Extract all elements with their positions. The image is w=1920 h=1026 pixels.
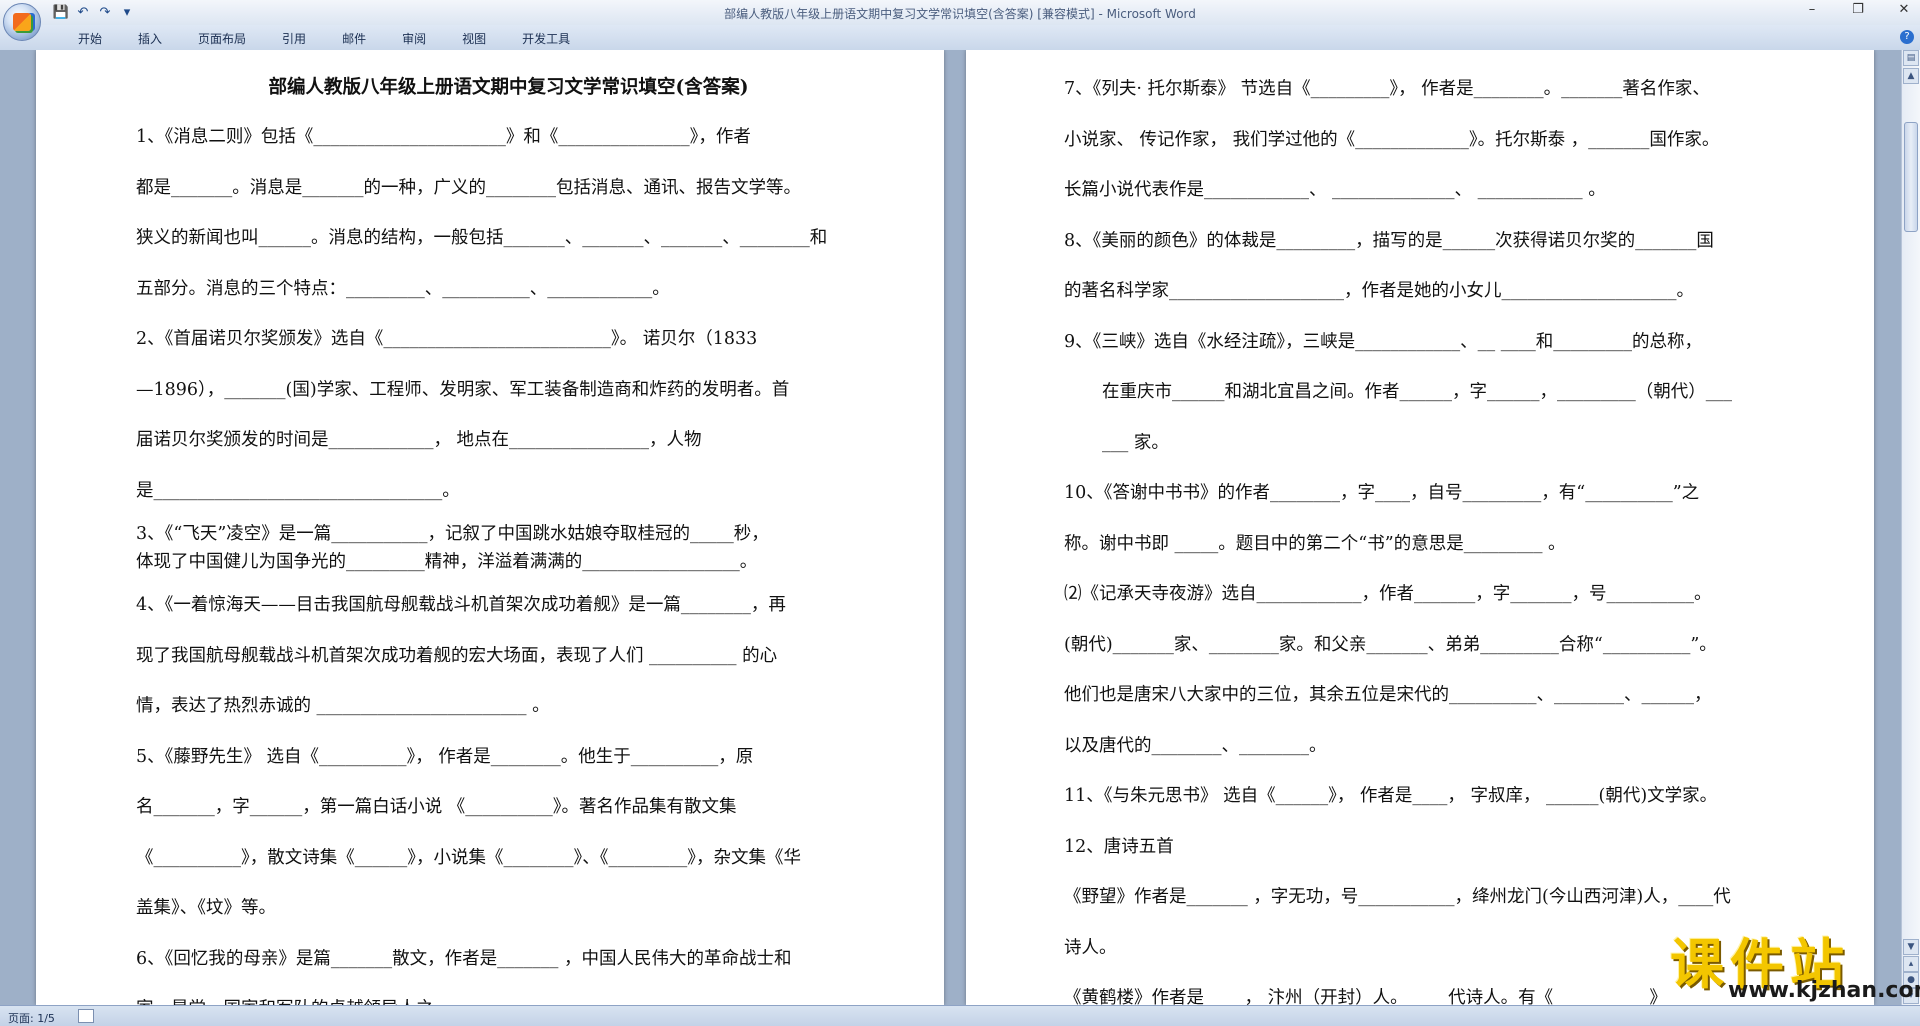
title-bar: 💾 ↶ ↷ ▾ 部编人教版八年级上册语文期中复习文学常识填空(含答案) [兼容模… <box>0 0 1920 41</box>
text-line: 长篇小说代表作是____________、 ______________、 __… <box>1064 180 1606 200</box>
text-line: ___ 家。 <box>1102 432 1169 453</box>
minimize-button[interactable]: – <box>1802 2 1822 17</box>
tab-mailings[interactable]: 邮件 <box>324 30 384 47</box>
text-line: 届诺贝尔奖颁发的时间是____________， 地点在____________… <box>136 430 702 450</box>
document-area: 部编人教版八年级上册语文期中复习文学常识填空(含答案) 1、《消息二则》包括《_… <box>0 50 1902 1005</box>
window-title: 部编人教版八年级上册语文期中复习文学常识填空(含答案) [兼容模式] - Mic… <box>724 7 1196 21</box>
office-button[interactable] <box>3 3 41 41</box>
tab-references[interactable]: 引用 <box>264 30 324 47</box>
watermark-url: www.kjzhan.com <box>1728 978 1920 1003</box>
text-line: 是_________________________________。 <box>136 480 460 501</box>
document-page-2[interactable]: 7、《列夫· 托尔斯泰》 节选自《_________》， 作者是________… <box>966 50 1874 1005</box>
page-counter[interactable]: 页面: 1/5 <box>8 1010 55 1026</box>
tab-view[interactable]: 视图 <box>444 30 504 47</box>
scroll-up-icon[interactable]: ▲ <box>1903 68 1919 84</box>
text-line: 情，表达了热烈赤诚的 ________________________ 。 <box>136 696 550 716</box>
text-line: 的著名科学家____________________，作者是她的小女儿_____… <box>1064 281 1694 301</box>
close-button[interactable]: ✕ <box>1894 2 1914 17</box>
text-line: 7、《列夫· 托尔斯泰》 节选自《_________》， 作者是________… <box>1064 79 1710 99</box>
text-line: —1896），_______(国)学家、工程师、发明家、军工装备制造商和炸药的发… <box>136 379 790 400</box>
text-line: 他们也是唐宋八大家中的三位，其余五位是宋代的__________、_______… <box>1064 685 1712 705</box>
text-line: 体现了中国健儿为国争光的_________精神，洋溢着满满的__________… <box>136 552 758 572</box>
text-line: (朝代)_______家、________家。和父亲_______、弟弟____… <box>1064 634 1717 655</box>
text-line: 称。谢中书即 _____。题目中的第二个“书”的意思是_________ 。 <box>1064 533 1566 554</box>
tab-insert[interactable]: 插入 <box>120 30 180 47</box>
text-line: 9、《三峡》选自《水经注疏》，三峡是____________、__ ____和_… <box>1064 331 1702 352</box>
scroll-thumb[interactable] <box>1904 122 1918 232</box>
text-line: 4、《一着惊海天——目击我国航母舰载战斗机首架次成功着舰》是一篇________… <box>136 595 786 615</box>
ruler-toggle-icon[interactable]: ▤ <box>1903 50 1919 66</box>
text-line: 《__________》，散文诗集《______》，小说集《________》、… <box>136 847 801 868</box>
text-line: 盖集》、《坟》等。 <box>136 898 276 918</box>
text-line: ⑵《记承天寺夜游》选自____________，作者_______，字_____… <box>1064 584 1712 604</box>
status-bar: 页面: 1/5 <box>0 1005 1920 1026</box>
document-title: 部编人教版八年级上册语文期中复习文学常识填空(含答案) <box>268 77 749 98</box>
text-line: 现了我国航母舰载战斗机首架次成功着舰的宏大场面，表现了人们 __________… <box>136 645 778 666</box>
vertical-scrollbar[interactable]: ▤ ▲ ▼ ▴ ● ▾ <box>1901 50 1920 1005</box>
maximize-button[interactable]: ❐ <box>1848 2 1868 17</box>
text-line: 12、唐诗五首 <box>1064 836 1174 857</box>
text-line: 《黄鹤楼》作者是____ ， 汴州（开封）人。 ____代诗人。有《______… <box>1064 988 1667 1005</box>
text-line: 五部分。消息的三个特点：_________、__________、_______… <box>136 278 670 299</box>
ribbon-tabs: 开始 插入 页面布局 引用 邮件 审阅 视图 开发工具 <box>60 30 588 47</box>
text-line: 都是_______。消息是_______的一种，广义的________包括消息、… <box>136 177 801 198</box>
text-line: 小说家、 传记作家， 我们学过他的《_____________》。托尔斯泰 ，_… <box>1064 129 1720 150</box>
watermark-logo: 课件站 www.kjzhan.com <box>1670 920 1920 1005</box>
tab-home[interactable]: 开始 <box>60 30 120 47</box>
tab-review[interactable]: 审阅 <box>384 30 444 47</box>
text-line: 10、《答谢中书书》的作者________，字____，自号_________，… <box>1064 483 1700 503</box>
tab-developer[interactable]: 开发工具 <box>504 30 588 47</box>
page-2-content: 7、《列夫· 托尔斯泰》 节选自《_________》， 作者是________… <box>1064 64 1774 1005</box>
text-line: 以及唐代的________、________。 <box>1064 735 1327 756</box>
text-line: 5、《藤野先生》 选自《__________》， 作者是________。他生于… <box>136 746 754 767</box>
proofing-icon[interactable] <box>78 1009 94 1023</box>
text-line: 2、《首届诺贝尔奖颁发》选自《_________________________… <box>136 329 758 349</box>
text-line: 《野望》作者是_______ ，字无功，号___________，绛州龙门(今山… <box>1064 887 1731 907</box>
text-line: 在重庆市______和湖北宜昌之间。作者______，字______，_____… <box>1102 382 1732 402</box>
office-logo-icon <box>13 13 31 31</box>
text-line: 11、《与朱元思书》 选自《______》， 作者是____， 字叔庠， ___… <box>1064 786 1718 806</box>
text-line: 6、《回忆我的母亲》是篇_______散文，作者是_______ ，中国人民伟大… <box>136 948 792 969</box>
text-line: 诗人。 <box>1064 937 1117 958</box>
document-page-1[interactable]: 部编人教版八年级上册语文期中复习文学常识填空(含答案) 1、《消息二则》包括《_… <box>36 50 944 1005</box>
text-line: 1、《消息二则》包括《______________________》和《____… <box>136 127 751 147</box>
text-line: 3、《“飞天”凌空》是一篇___________，记叙了中国跳水姑娘夺取桂冠的_… <box>136 524 769 544</box>
text-line: 家，是党、国家和军队的卓越领导人之一。 <box>136 984 881 1005</box>
text-line: 名_______，字______，第一篇白话小说 《__________》。著名… <box>136 797 737 817</box>
help-icon[interactable]: ? <box>1900 30 1914 44</box>
page-1-content: 部编人教版八年级上册语文期中复习文学常识填空(含答案) 1、《消息二则》包括《_… <box>136 64 881 1005</box>
tab-page-layout[interactable]: 页面布局 <box>180 30 264 47</box>
text-line: 8、《美丽的颜色》的体裁是_________，描写的是______次获得诺贝尔奖… <box>1064 230 1714 251</box>
ribbon-tabs-bar: 开始 插入 页面布局 引用 邮件 审阅 视图 开发工具 ? <box>0 25 1920 51</box>
text-line: 狭义的新闻也叫______。消息的结构，一般包括_______、_______、… <box>136 228 828 248</box>
window-controls: – ❐ ✕ <box>1802 2 1914 17</box>
